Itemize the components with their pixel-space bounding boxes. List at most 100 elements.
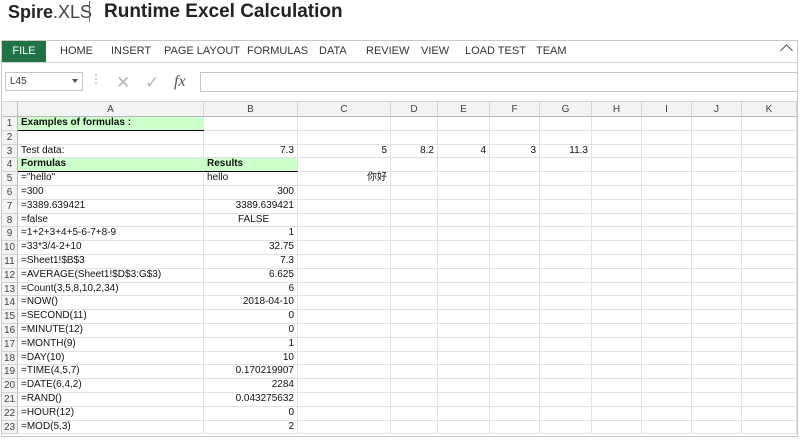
cell-g19[interactable] (540, 365, 592, 380)
cell-i14[interactable] (642, 296, 692, 311)
cell-k15[interactable] (742, 310, 797, 324)
cell-d14[interactable] (391, 296, 438, 311)
cell-g7[interactable] (540, 199, 592, 214)
cell-h4[interactable] (592, 158, 642, 173)
cell-f2[interactable] (490, 130, 540, 145)
cell-b8[interactable]: FALSE (204, 213, 298, 228)
cell-d22[interactable] (391, 406, 438, 421)
cell-j23[interactable] (692, 420, 742, 435)
cell-c11[interactable] (298, 255, 391, 269)
cell-f11[interactable] (490, 255, 540, 269)
cell-g16[interactable] (540, 324, 592, 338)
cell-k17[interactable] (742, 337, 797, 352)
cell-f8[interactable] (490, 213, 540, 228)
cell-i21[interactable] (642, 393, 692, 407)
cell-d7[interactable] (391, 199, 438, 214)
cancel-icon[interactable]: ✕ (116, 73, 130, 93)
row-header-15[interactable]: 15 (2, 310, 18, 324)
cell-h17[interactable] (592, 337, 642, 352)
cell-c7[interactable] (298, 199, 391, 214)
cell-f14[interactable] (490, 296, 540, 311)
cell-e21[interactable] (438, 393, 490, 407)
cell-b12[interactable]: 6.625 (204, 268, 298, 283)
cell-c18[interactable] (298, 351, 391, 366)
cell-i5[interactable] (642, 172, 692, 186)
cell-j18[interactable] (692, 351, 742, 366)
cell-a1[interactable]: Examples of formulas : (18, 117, 204, 131)
cell-a17[interactable]: =MONTH(9) (18, 337, 204, 352)
row-header-14[interactable]: 14 (2, 296, 18, 311)
column-header-b[interactable]: B (204, 102, 298, 117)
cell-b22[interactable]: 0 (204, 406, 298, 421)
cell-b21[interactable]: 0.043275632 (204, 393, 298, 407)
cell-e2[interactable] (438, 130, 490, 145)
cell-d9[interactable] (391, 227, 438, 242)
tab-view[interactable]: VIEW (421, 45, 449, 57)
cell-i19[interactable] (642, 365, 692, 380)
cell-c19[interactable] (298, 365, 391, 380)
cell-h16[interactable] (592, 324, 642, 338)
cell-g2[interactable] (540, 130, 592, 145)
cell-i10[interactable] (642, 241, 692, 255)
cell-a12[interactable]: =AVERAGE(Sheet1!$D$3:G$3) (18, 268, 204, 283)
cell-k23[interactable] (742, 420, 797, 435)
cell-e9[interactable] (438, 227, 490, 242)
cell-h14[interactable] (592, 296, 642, 311)
cell-c15[interactable] (298, 310, 391, 324)
cell-b11[interactable]: 7.3 (204, 255, 298, 269)
cell-g11[interactable] (540, 255, 592, 269)
cell-i22[interactable] (642, 406, 692, 421)
cell-f3[interactable]: 3 (490, 144, 540, 159)
row-header-13[interactable]: 13 (2, 282, 18, 297)
cell-c1[interactable] (298, 117, 391, 131)
cell-h8[interactable] (592, 213, 642, 228)
cell-a10[interactable]: =33*3/4-2+10 (18, 241, 204, 255)
cell-d21[interactable] (391, 393, 438, 407)
cell-d5[interactable] (391, 172, 438, 186)
cell-d23[interactable] (391, 420, 438, 435)
cell-k11[interactable] (742, 255, 797, 269)
cell-g18[interactable] (540, 351, 592, 366)
cell-a3[interactable]: Test data: (18, 144, 204, 159)
tab-home[interactable]: HOME (60, 45, 93, 57)
column-header-e[interactable]: E (438, 102, 490, 117)
cell-i8[interactable] (642, 213, 692, 228)
row-header-22[interactable]: 22 (2, 406, 18, 421)
cell-e3[interactable]: 4 (438, 144, 490, 159)
cell-k14[interactable] (742, 296, 797, 311)
cell-h13[interactable] (592, 282, 642, 297)
cell-i11[interactable] (642, 255, 692, 269)
cell-c14[interactable] (298, 296, 391, 311)
cell-c22[interactable] (298, 406, 391, 421)
cell-h15[interactable] (592, 310, 642, 324)
cell-g22[interactable] (540, 406, 592, 421)
select-all-corner[interactable] (2, 102, 18, 117)
cell-h9[interactable] (592, 227, 642, 242)
tab-data[interactable]: DATA (319, 45, 347, 57)
cell-i20[interactable] (642, 379, 692, 393)
cell-a11[interactable]: =Sheet1!$B$3 (18, 255, 204, 269)
cell-j4[interactable] (692, 158, 742, 173)
cell-k12[interactable] (742, 268, 797, 283)
cell-b23[interactable]: 2 (204, 420, 298, 435)
cell-g17[interactable] (540, 337, 592, 352)
cell-f5[interactable] (490, 172, 540, 186)
cell-b9[interactable]: 1 (204, 227, 298, 242)
tab-team[interactable]: TEAM (536, 45, 567, 57)
cell-e11[interactable] (438, 255, 490, 269)
chevron-down-icon[interactable] (72, 79, 78, 83)
formula-input[interactable] (200, 72, 797, 92)
cell-b14[interactable]: 2018-04-10 (204, 296, 298, 311)
cell-c3[interactable]: 5 (298, 144, 391, 159)
cell-j7[interactable] (692, 199, 742, 214)
cell-a4[interactable]: Formulas (18, 158, 204, 173)
row-header-1[interactable]: 1 (2, 117, 18, 131)
cell-h1[interactable] (592, 117, 642, 131)
enter-icon[interactable]: ✓ (145, 73, 159, 93)
cell-k6[interactable] (742, 186, 797, 200)
tab-load-test[interactable]: LOAD TEST (465, 45, 526, 57)
cell-a8[interactable]: =false (18, 213, 204, 228)
column-header-a[interactable]: A (18, 102, 204, 117)
cell-f15[interactable] (490, 310, 540, 324)
cell-j8[interactable] (692, 213, 742, 228)
